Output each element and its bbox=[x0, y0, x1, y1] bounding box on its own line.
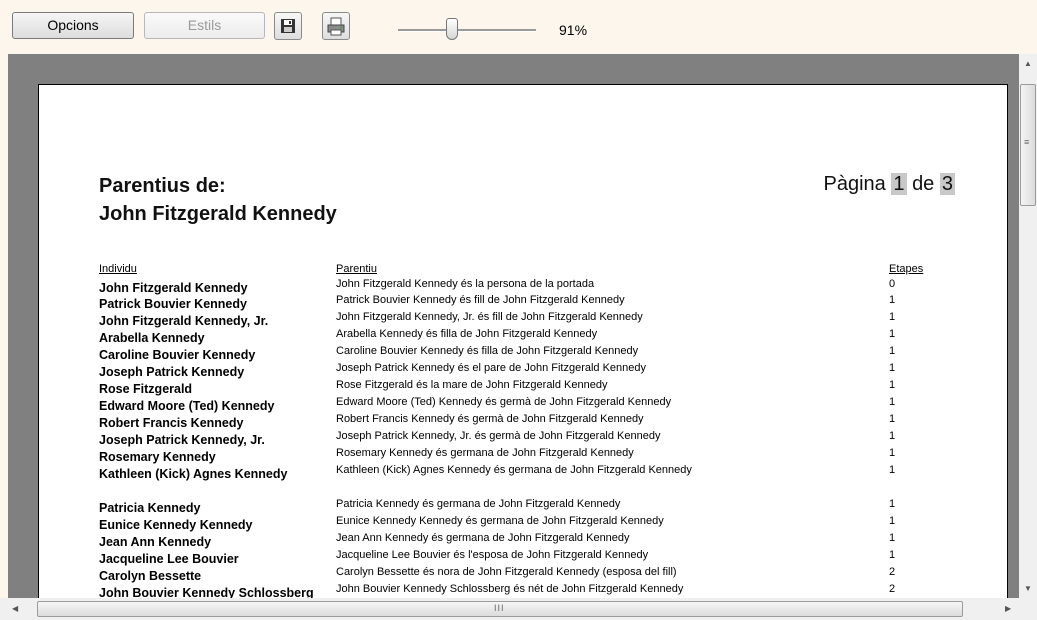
column-header-relationship: Parentiu bbox=[336, 263, 377, 275]
toolbar: Opcions Estils 91% bbox=[0, 0, 1037, 52]
individual-name: Rose Fitzgerald bbox=[99, 382, 193, 396]
relationship-text: Patrick Bouvier Kennedy és fill de John … bbox=[336, 294, 625, 306]
grip-icon: III bbox=[494, 603, 505, 613]
steps-value: 0 bbox=[889, 278, 896, 290]
column-header-steps: Etapes bbox=[889, 263, 924, 275]
relationship-text: John Bouvier Kennedy Schlossberg és nét … bbox=[336, 583, 684, 595]
steps-value: 1 bbox=[889, 447, 896, 459]
page-of: de bbox=[912, 173, 935, 195]
save-button[interactable] bbox=[274, 12, 302, 40]
individual-name: Robert Francis Kennedy bbox=[99, 416, 244, 430]
individual-name: Jacqueline Lee Bouvier bbox=[99, 552, 239, 566]
individual-name: Rosemary Kennedy bbox=[99, 450, 216, 464]
horizontal-scrollbar[interactable]: ◀ III ▶ bbox=[0, 598, 1037, 620]
print-button[interactable] bbox=[322, 12, 350, 40]
grip-icon: ≡ bbox=[1024, 137, 1031, 147]
relationship-text: Jacqueline Lee Bouvier és l'esposa de Jo… bbox=[336, 549, 649, 561]
relationship-text: Kathleen (Kick) Agnes Kennedy és germana… bbox=[336, 464, 692, 476]
relationship-text: Rosemary Kennedy és germana de John Fitz… bbox=[336, 447, 634, 459]
relationship-text: Patricia Kennedy és germana de John Fitz… bbox=[336, 498, 621, 510]
steps-value: 1 bbox=[889, 549, 896, 561]
column-header-individual: Individu bbox=[99, 263, 137, 275]
relationship-text: Carolyn Bessette és nora de John Fitzger… bbox=[336, 566, 677, 578]
relationship-text: Eunice Kennedy Kennedy és germana de Joh… bbox=[336, 515, 664, 527]
steps-value: 1 bbox=[889, 532, 896, 544]
relationship-text: Robert Francis Kennedy és germà de John … bbox=[336, 413, 644, 425]
individual-name: Caroline Bouvier Kennedy bbox=[99, 348, 256, 362]
steps-value: 1 bbox=[889, 345, 896, 357]
steps-value: 1 bbox=[889, 464, 896, 476]
zoom-level-label: 91% bbox=[559, 22, 588, 38]
relationship-text: Rose Fitzgerald és la mare de John Fitzg… bbox=[336, 379, 608, 391]
relationship-text: John Fitzgerald Kennedy és la persona de… bbox=[336, 278, 595, 290]
steps-value: 1 bbox=[889, 294, 896, 306]
steps-value: 1 bbox=[889, 328, 896, 340]
page-indicator: Pàgina 1 de 3 bbox=[824, 173, 955, 196]
scroll-left-icon[interactable]: ◀ bbox=[12, 604, 18, 613]
scroll-up-icon[interactable]: ▲ bbox=[1024, 59, 1032, 68]
individual-name: Joseph Patrick Kennedy, Jr. bbox=[99, 433, 265, 447]
page-total: 3 bbox=[939, 173, 955, 195]
steps-value: 1 bbox=[889, 413, 896, 425]
steps-value: 1 bbox=[889, 515, 896, 527]
relationship-text: Arabella Kennedy és filla de John Fitzge… bbox=[336, 328, 598, 340]
steps-value: 2 bbox=[889, 583, 896, 595]
steps-value: 2 bbox=[889, 566, 896, 578]
individual-name: Carolyn Bessette bbox=[99, 569, 202, 583]
steps-value: 1 bbox=[889, 396, 896, 408]
relationship-text: Edward Moore (Ted) Kennedy és germà de J… bbox=[336, 396, 672, 408]
relationship-text: John Fitzgerald Kennedy, Jr. és fill de … bbox=[336, 311, 643, 323]
print-icon bbox=[327, 17, 345, 36]
save-icon bbox=[281, 19, 295, 33]
relationship-text: Caroline Bouvier Kennedy és filla de Joh… bbox=[336, 345, 639, 357]
individual-name: John Fitzgerald Kennedy bbox=[99, 281, 248, 295]
vertical-scroll-thumb[interactable]: ≡ bbox=[1020, 84, 1036, 206]
relationship-text: Joseph Patrick Kennedy és el pare de Joh… bbox=[336, 362, 647, 374]
zoom-slider-thumb[interactable] bbox=[446, 18, 458, 40]
steps-value: 1 bbox=[889, 498, 896, 510]
zoom-slider-track[interactable] bbox=[398, 29, 536, 32]
page-prefix: Pàgina bbox=[823, 173, 886, 195]
individual-name: Arabella Kennedy bbox=[99, 331, 205, 345]
report-page: Parentius de: John Fitzgerald Kennedy Pà… bbox=[38, 84, 1008, 598]
options-button[interactable]: Opcions bbox=[12, 12, 134, 39]
page-current: 1 bbox=[891, 173, 907, 195]
report-preview-area[interactable]: Parentius de: John Fitzgerald Kennedy Pà… bbox=[8, 54, 1019, 598]
individual-name: Patricia Kennedy bbox=[99, 501, 201, 515]
individual-name: Joseph Patrick Kennedy bbox=[99, 365, 245, 379]
vertical-scrollbar[interactable]: ▲ ≡ ▼ bbox=[1019, 54, 1037, 598]
individual-name: John Bouvier Kennedy Schlossberg bbox=[99, 586, 314, 598]
individual-name: John Fitzgerald Kennedy, Jr. bbox=[99, 314, 269, 328]
horizontal-scroll-thumb[interactable]: III bbox=[37, 601, 963, 617]
individual-name: Eunice Kennedy Kennedy bbox=[99, 518, 253, 532]
relationship-text: Joseph Patrick Kennedy, Jr. és germà de … bbox=[336, 430, 661, 442]
individual-name: Patrick Bouvier Kennedy bbox=[99, 297, 247, 311]
report-title-line2: John Fitzgerald Kennedy bbox=[99, 203, 337, 225]
steps-value: 1 bbox=[889, 362, 896, 374]
steps-value: 1 bbox=[889, 379, 896, 391]
report-title-line1: Parentius de: bbox=[99, 175, 226, 197]
individual-name: Kathleen (Kick) Agnes Kennedy bbox=[99, 467, 288, 481]
scroll-right-icon[interactable]: ▶ bbox=[1005, 604, 1011, 613]
individual-name: Jean Ann Kennedy bbox=[99, 535, 212, 549]
steps-value: 1 bbox=[889, 430, 896, 442]
individual-name: Edward Moore (Ted) Kennedy bbox=[99, 399, 275, 413]
styles-button[interactable]: Estils bbox=[144, 12, 265, 39]
steps-value: 1 bbox=[889, 311, 896, 323]
scroll-down-icon[interactable]: ▼ bbox=[1024, 584, 1032, 593]
relationship-text: Jean Ann Kennedy és germana de John Fitz… bbox=[336, 532, 630, 544]
